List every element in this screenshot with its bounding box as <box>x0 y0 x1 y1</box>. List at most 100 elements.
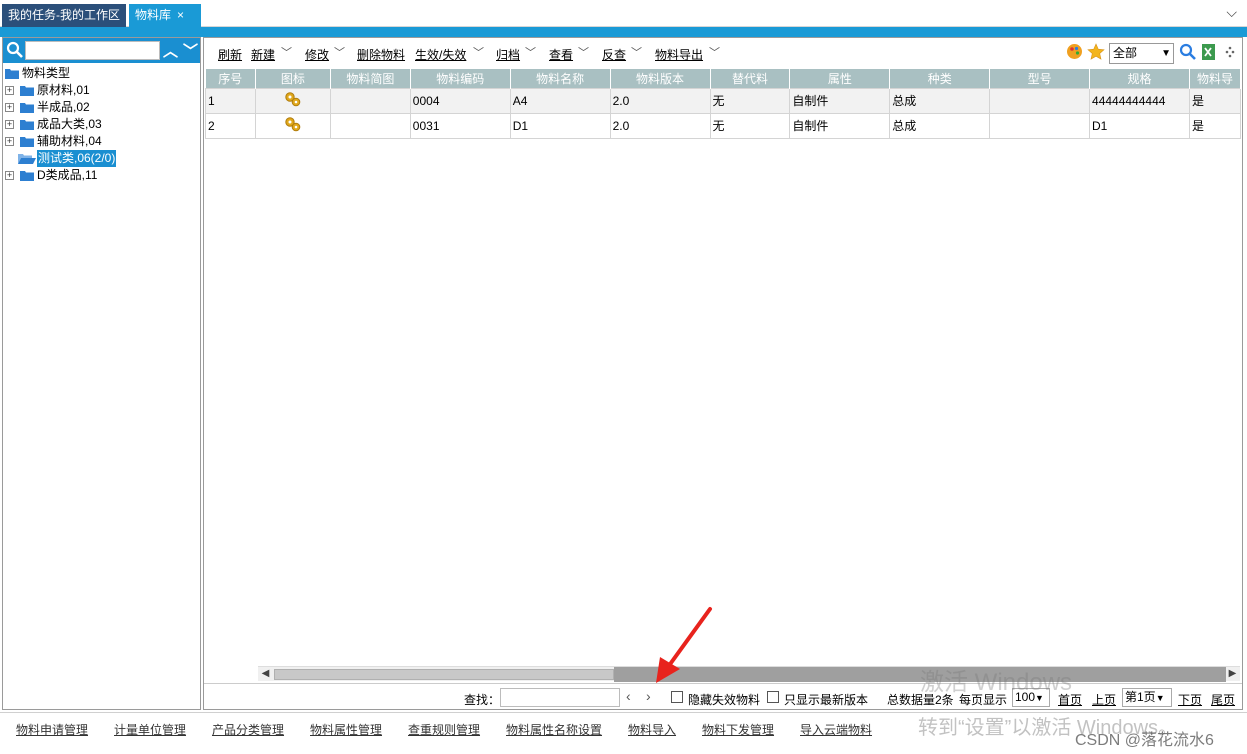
folder-icon <box>20 103 34 113</box>
cell-model <box>989 112 1091 139</box>
tree-item[interactable]: + 原材料,01 <box>3 82 200 99</box>
new-button[interactable]: 新建 <box>251 46 275 63</box>
chevron-down-icon[interactable]: ⌵ <box>1226 4 1237 21</box>
cell-model <box>989 87 1091 114</box>
delete-material-button[interactable]: 删除物料 <box>357 46 405 63</box>
tree-item[interactable]: + 辅助材料,04 <box>3 133 200 150</box>
horizontal-scrollbar[interactable]: ◀ ▶ <box>258 666 1240 682</box>
last-page-link[interactable]: 尾页 <box>1211 691 1235 708</box>
dedup-rules-link[interactable]: 查重规则管理 <box>408 721 480 738</box>
column-header[interactable]: 属性 <box>789 69 891 88</box>
cell-flag: 是 <box>1188 87 1241 114</box>
column-header[interactable]: 型号 <box>989 69 1091 88</box>
enable-toggle-button[interactable]: 生效/失效 <box>415 46 466 63</box>
cell-icon <box>254 112 331 139</box>
product-category-link[interactable]: 产品分类管理 <box>212 721 284 738</box>
material-attr-link[interactable]: 物料属性管理 <box>310 721 382 738</box>
scroll-left-icon[interactable]: ◀ <box>258 667 273 682</box>
page-select-value: 第1页 <box>1125 690 1156 704</box>
find-label: 查找： <box>464 693 501 707</box>
cell-diagram <box>329 112 411 139</box>
chevron-down-icon[interactable]: ﹀ <box>281 44 292 60</box>
next-match-icon[interactable]: › <box>646 688 651 704</box>
column-header[interactable]: 物料导 <box>1189 69 1241 88</box>
cell-name: A4 <box>509 87 611 114</box>
cell-kind: 总成 <box>889 112 991 139</box>
palette-icon[interactable] <box>1066 43 1083 60</box>
cell-no: 2 <box>205 112 256 139</box>
cell-version: 2.0 <box>609 87 711 114</box>
expand-icon[interactable]: + <box>5 137 14 146</box>
page-select[interactable]: 第1页▼ <box>1122 688 1172 707</box>
view-button[interactable]: 查看 <box>549 46 573 63</box>
scrollbar-thumb[interactable] <box>274 669 614 680</box>
pager-bar: 查找： ‹ › 隐藏失效物料 只显示最新版本 总数据量2条 每页显示 100▼ … <box>204 683 1242 710</box>
column-header[interactable]: 种类 <box>889 69 991 88</box>
table-header-row: 序号 图标 物料简图 物料编码 物料名称 物料版本 替代料 属性 种类 型号 规… <box>205 69 1241 88</box>
tree-search-input[interactable] <box>25 41 160 60</box>
column-header[interactable]: 物料名称 <box>510 69 611 88</box>
cloud-import-link[interactable]: 导入云端物料 <box>800 721 872 738</box>
material-dispatch-link[interactable]: 物料下发管理 <box>702 721 774 738</box>
chevron-up-icon[interactable]: ︿ <box>163 40 178 61</box>
prev-page-link[interactable]: 上页 <box>1092 691 1116 708</box>
next-page-link[interactable]: 下页 <box>1178 691 1202 708</box>
tree-search-bar: ︿ ﹀ <box>3 38 200 63</box>
column-header[interactable]: 图标 <box>255 69 331 88</box>
chevron-down-icon[interactable]: ﹀ <box>473 44 484 60</box>
column-header[interactable]: 序号 <box>205 69 256 88</box>
dropdown-arrow-icon: ▼ <box>1155 693 1165 703</box>
tree-root[interactable]: 物料类型 <box>3 65 200 82</box>
tab-my-workspace[interactable]: 我的任务-我的工作区 <box>2 4 126 27</box>
expand-icon[interactable]: + <box>5 86 14 95</box>
tab-material-library[interactable]: 物料库 × <box>129 4 201 27</box>
table-row[interactable]: 2 0031 D1 2.0 无 自制件 总成 D1 是 <box>205 112 1241 139</box>
search-icon[interactable] <box>1179 43 1197 61</box>
export-button[interactable]: 物料导出 <box>655 46 703 63</box>
cell-substitute: 无 <box>709 112 791 139</box>
tree-item-selected[interactable]: 测试类,06(2/0) <box>3 150 200 167</box>
prev-match-icon[interactable]: ‹ <box>626 688 631 704</box>
tree-item-label: 测试类,06(2/0) <box>37 150 117 167</box>
chevron-down-icon[interactable]: ﹀ <box>709 44 720 60</box>
refresh-button[interactable]: 刷新 <box>218 46 242 63</box>
attr-name-settings-link[interactable]: 物料属性名称设置 <box>506 721 602 738</box>
unit-management-link[interactable]: 计量单位管理 <box>114 721 186 738</box>
folder-icon <box>20 120 34 130</box>
find-input[interactable] <box>500 688 620 707</box>
chevron-down-icon[interactable]: ﹀ <box>578 44 589 60</box>
cell-attr: 自制件 <box>789 112 891 139</box>
filter-select[interactable]: 全部 ▼ <box>1109 43 1174 64</box>
chevron-down-icon[interactable]: ﹀ <box>183 40 198 61</box>
close-icon[interactable]: × <box>177 8 184 22</box>
reverse-lookup-button[interactable]: 反查 <box>602 46 626 63</box>
scroll-right-icon[interactable]: ▶ <box>1225 667 1240 682</box>
tree-item[interactable]: + 成品大类,03 <box>3 116 200 133</box>
excel-export-icon[interactable] <box>1200 43 1218 61</box>
star-icon[interactable] <box>1087 43 1105 61</box>
column-header[interactable]: 替代料 <box>710 69 791 88</box>
material-import-link[interactable]: 物料导入 <box>628 721 676 738</box>
folder-icon <box>20 86 34 96</box>
expand-icon[interactable]: + <box>5 171 14 180</box>
more-icon[interactable] <box>1224 43 1236 61</box>
chevron-down-icon[interactable]: ﹀ <box>631 44 642 60</box>
chevron-down-icon[interactable]: ﹀ <box>334 44 345 60</box>
search-icon[interactable] <box>6 41 24 59</box>
column-header[interactable]: 规格 <box>1089 69 1190 88</box>
cell-icon <box>254 87 331 114</box>
column-header[interactable]: 物料简图 <box>330 69 411 88</box>
tree-item[interactable]: + 半成品,02 <box>3 99 200 116</box>
column-header[interactable]: 物料编码 <box>410 69 511 88</box>
archive-button[interactable]: 归档 <box>496 46 520 63</box>
chevron-down-icon[interactable]: ﹀ <box>525 44 536 60</box>
material-request-link[interactable]: 物料申请管理 <box>16 721 88 738</box>
table-row[interactable]: 1 0004 A4 2.0 无 自制件 总成 44444444444 是 <box>205 87 1241 114</box>
expand-icon[interactable]: + <box>5 103 14 112</box>
latest-only-checkbox[interactable] <box>767 691 779 703</box>
column-header[interactable]: 物料版本 <box>610 69 711 88</box>
edit-button[interactable]: 修改 <box>305 46 329 63</box>
hide-invalid-checkbox[interactable] <box>671 691 683 703</box>
tree-item[interactable]: + D类成品,11 <box>3 167 200 184</box>
expand-icon[interactable]: + <box>5 120 14 129</box>
